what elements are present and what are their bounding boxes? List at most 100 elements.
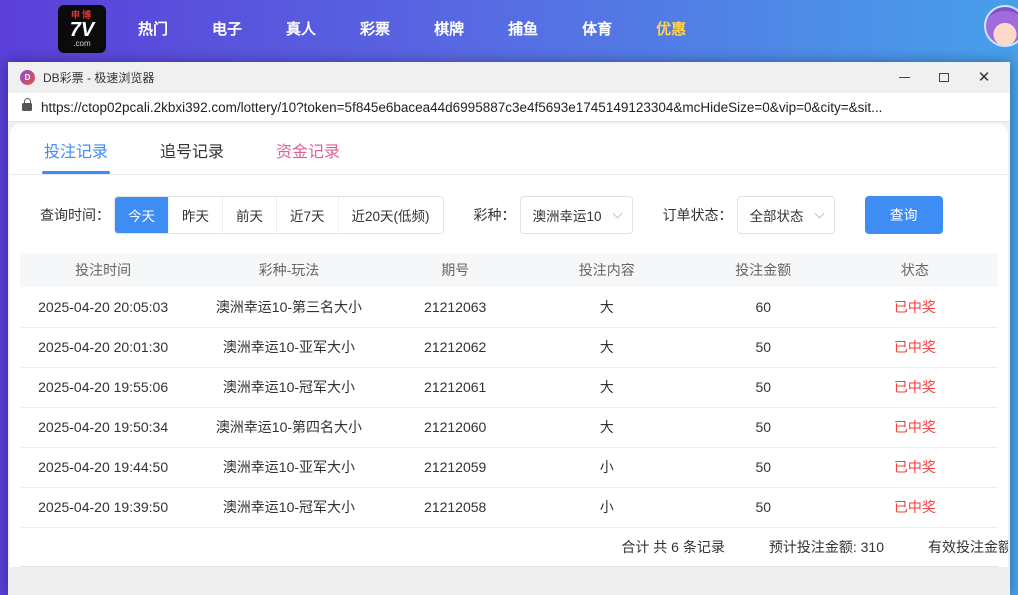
status-filter-label: 订单状态： — [662, 207, 733, 223]
cell-game: 澳洲幸运10-冠军大小 — [186, 487, 392, 528]
cell-status: 已中奖 — [831, 487, 998, 528]
cell-status: 已中奖 — [831, 327, 998, 368]
cell-amount: 60 — [694, 287, 832, 328]
cell-content: 小 — [518, 487, 695, 528]
nav-item-cards[interactable]: 棋牌 — [434, 18, 464, 39]
cell-game: 澳洲幸运10-第四名大小 — [186, 407, 392, 448]
cell-game: 澳洲幸运10-冠军大小 — [186, 367, 392, 408]
lock-icon — [22, 98, 32, 111]
lottery-filter-label: 彩种： — [473, 207, 516, 223]
nav-item-fishing[interactable]: 捕鱼 — [508, 18, 538, 39]
address-bar: https://ctop02pcali.2kbxi392.com/lottery… — [8, 93, 1010, 122]
browser-window: D DB彩票 - 极速浏览器 ✕ https://ctop02pcali.2kb… — [8, 62, 1010, 595]
window-title: DB彩票 - 极速浏览器 — [43, 71, 155, 85]
lottery-select[interactable]: 澳洲幸运10 — [519, 196, 633, 234]
cell-status: 已中奖 — [831, 447, 998, 488]
summary-valid: 有效投注金额 — [928, 538, 1008, 555]
user-avatar[interactable] — [984, 5, 1018, 47]
tab-chase-records[interactable]: 追号记录 — [158, 124, 226, 174]
filter-bar: 查询时间： 今天 昨天 前天 近7天 近20天(低频) 彩种： 澳洲幸运10 订… — [10, 175, 1008, 253]
nav-item-promo[interactable]: 优惠 — [656, 18, 686, 39]
status-select-value: 全部状态 — [749, 209, 804, 224]
col-header-amount: 投注金额 — [694, 253, 832, 287]
cell-game: 澳洲幸运10-亚军大小 — [186, 447, 392, 488]
bet-records-table-wrap: 投注时间 彩种-玩法 期号 投注内容 投注金额 状态 2025-04-20 20… — [10, 253, 1008, 528]
table-row: 2025-04-20 20:05:03 澳洲幸运10-第三名大小 2121206… — [20, 287, 998, 328]
cell-issue: 21212060 — [391, 407, 519, 448]
close-icon: ✕ — [977, 69, 991, 86]
chevron-down-icon — [612, 208, 623, 219]
table-header-row: 投注时间 彩种-玩法 期号 投注内容 投注金额 状态 — [20, 253, 998, 287]
time-option-20days[interactable]: 近20天(低频) — [338, 197, 443, 233]
tab-fund-records[interactable]: 资金记录 — [274, 124, 342, 174]
minimize-icon — [898, 77, 910, 78]
chevron-down-icon — [814, 208, 825, 219]
nav-item-lottery[interactable]: 彩票 — [360, 18, 390, 39]
close-button[interactable]: ✕ — [964, 65, 1004, 91]
col-header-issue: 期号 — [391, 253, 519, 287]
table-row: 2025-04-20 19:50:34 澳洲幸运10-第四名大小 2121206… — [20, 407, 998, 448]
cell-issue: 21212059 — [391, 447, 519, 488]
time-filter-group: 今天 昨天 前天 近7天 近20天(低频) — [114, 196, 444, 234]
browser-title-bar: D DB彩票 - 极速浏览器 ✕ — [8, 62, 1010, 93]
logo-suffix-text: .com — [73, 38, 91, 48]
minimize-button[interactable] — [884, 65, 924, 91]
site-logo[interactable]: 申博 7V .com — [58, 5, 106, 53]
summary-expected: 预计投注金额: 310 — [768, 538, 884, 555]
cell-issue: 21212063 — [391, 287, 519, 328]
cell-game: 澳洲幸运10-第三名大小 — [186, 287, 392, 328]
time-filter-label: 查询时间： — [40, 207, 110, 223]
cell-game: 澳洲幸运10-亚军大小 — [186, 327, 392, 368]
url-text[interactable]: https://ctop02pcali.2kbxi392.com/lottery… — [41, 100, 882, 115]
cell-amount: 50 — [694, 447, 832, 488]
cell-content: 大 — [518, 407, 695, 448]
page-content: 投注记录 追号记录 资金记录 查询时间： 今天 昨天 前天 近7天 近20天(低… — [8, 122, 1010, 595]
col-header-content: 投注内容 — [518, 253, 695, 287]
record-tabs: 投注记录 追号记录 资金记录 — [10, 124, 1008, 175]
table-row: 2025-04-20 19:44:50 澳洲幸运10-亚军大小 21212059… — [20, 447, 998, 488]
maximize-button[interactable] — [924, 65, 964, 91]
cell-amount: 50 — [694, 487, 832, 528]
cell-amount: 50 — [694, 327, 832, 368]
col-header-game: 彩种-玩法 — [186, 253, 392, 287]
cell-issue: 21212061 — [391, 367, 519, 408]
nav-item-sports[interactable]: 体育 — [582, 18, 612, 39]
nav-item-slots[interactable]: 电子 — [212, 18, 242, 39]
bet-records-table: 投注时间 彩种-玩法 期号 投注内容 投注金额 状态 2025-04-20 20… — [20, 253, 998, 528]
col-header-time: 投注时间 — [20, 253, 187, 287]
cell-time: 2025-04-20 19:50:34 — [20, 407, 187, 448]
cell-time: 2025-04-20 20:01:30 — [20, 327, 187, 368]
cell-amount: 50 — [694, 407, 832, 448]
table-row: 2025-04-20 19:39:50 澳洲幸运10-冠军大小 21212058… — [20, 487, 998, 528]
nav-item-live[interactable]: 真人 — [286, 18, 316, 39]
cell-status: 已中奖 — [831, 287, 998, 328]
favicon-icon: D — [20, 70, 35, 85]
lottery-select-value: 澳洲幸运10 — [532, 209, 602, 224]
logo-main-text: 7V — [69, 18, 95, 41]
maximize-icon — [939, 73, 949, 82]
bottom-strip — [10, 566, 1008, 595]
tab-bet-records[interactable]: 投注记录 — [42, 124, 111, 174]
cell-amount: 50 — [694, 367, 832, 408]
time-option-yesterday[interactable]: 昨天 — [169, 197, 223, 233]
nav-item-hot[interactable]: 热门 — [138, 18, 168, 39]
cell-time: 2025-04-20 19:55:06 — [20, 367, 187, 408]
time-option-7days[interactable]: 近7天 — [277, 197, 339, 233]
cell-time: 2025-04-20 19:44:50 — [20, 447, 187, 488]
records-panel: 投注记录 追号记录 资金记录 查询时间： 今天 昨天 前天 近7天 近20天(低… — [10, 124, 1008, 595]
table-row: 2025-04-20 20:01:30 澳洲幸运10-亚军大小 21212062… — [20, 327, 998, 368]
site-header: 申博 7V .com 热门 电子 真人 彩票 棋牌 捕鱼 体育 优惠 — [0, 0, 1018, 56]
table-row: 2025-04-20 19:55:06 澳洲幸运10-冠军大小 21212061… — [20, 367, 998, 408]
main-nav: 热门 电子 真人 彩票 棋牌 捕鱼 体育 优惠 — [138, 18, 686, 39]
cell-content: 大 — [518, 367, 695, 408]
summary-bar: 合计 共 6 条记录 预计投注金额: 310 有效投注金额 — [20, 528, 1008, 567]
cell-issue: 21212062 — [391, 327, 519, 368]
cell-time: 2025-04-20 19:39:50 — [20, 487, 187, 528]
time-option-daybefore[interactable]: 前天 — [223, 197, 277, 233]
time-option-today[interactable]: 今天 — [115, 197, 169, 233]
status-select[interactable]: 全部状态 — [736, 196, 835, 234]
col-header-status: 状态 — [831, 253, 998, 287]
cell-content: 大 — [518, 327, 695, 368]
cell-time: 2025-04-20 20:05:03 — [20, 287, 187, 328]
search-button[interactable]: 查询 — [864, 196, 943, 234]
